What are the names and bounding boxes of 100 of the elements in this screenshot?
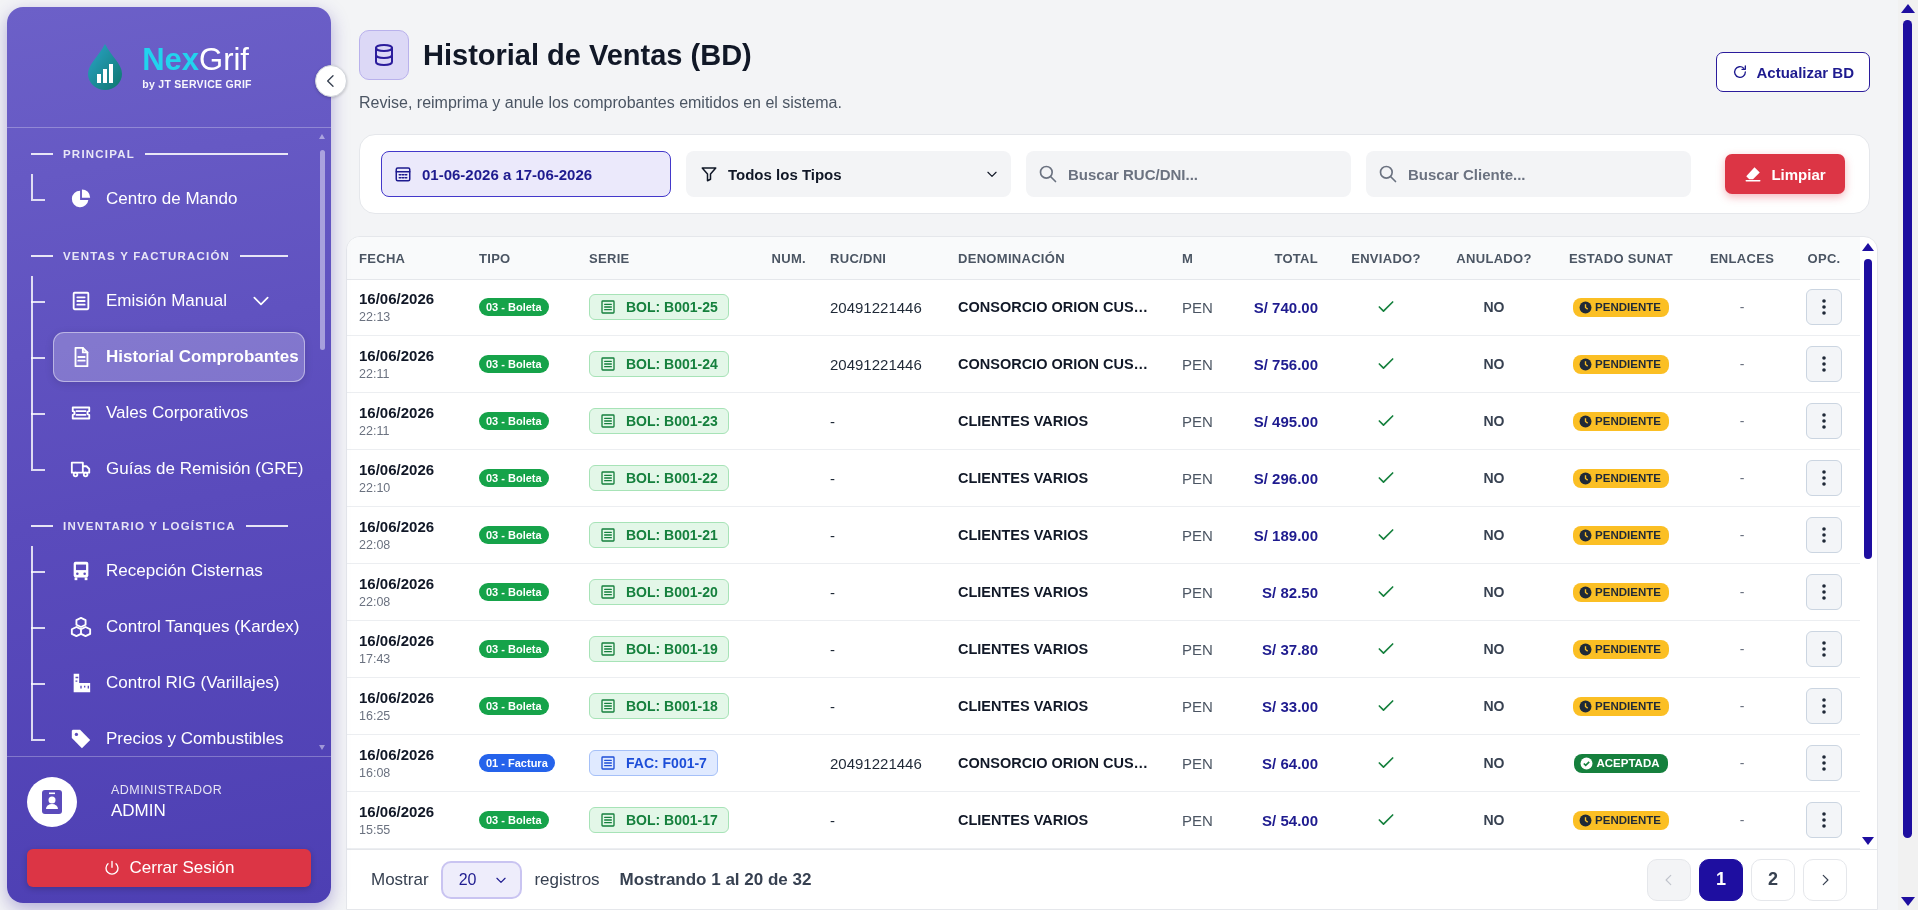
- table-cell-text: PEN: [1181, 811, 1214, 829]
- options-button[interactable]: [1806, 517, 1842, 553]
- client-search-field[interactable]: Buscar Cliente...: [1366, 151, 1691, 197]
- series-tag: BOL: B001-24: [589, 351, 729, 377]
- status-badge: PENDIENTE: [1573, 354, 1669, 374]
- tag-icon: [70, 728, 92, 750]
- kebab-menu-icon: [1822, 755, 1826, 771]
- kebab-menu-icon: [1822, 812, 1826, 828]
- logout-button[interactable]: Cerrar Sesión: [27, 849, 311, 887]
- kebab-menu-icon: [1822, 641, 1826, 657]
- nav-item[interactable]: Control RIG (Varillajes): [53, 658, 305, 708]
- table-cell-text: CLIENTES VARIOS: [957, 413, 1090, 429]
- table-cell-text: CLIENTES VARIOS: [957, 470, 1090, 486]
- clock-icon: [1579, 699, 1593, 713]
- table-cell-text: CLIENTES VARIOS: [957, 698, 1090, 714]
- collapse-sidebar-button[interactable]: [315, 65, 347, 97]
- document-type-badge: 03 - Boleta: [479, 640, 549, 658]
- options-button[interactable]: [1806, 688, 1842, 724]
- date-text: 16/06/2026: [359, 518, 436, 535]
- kebab-menu-icon: [1822, 698, 1826, 714]
- series-tag: BOL: B001-25: [589, 294, 729, 320]
- calendar-icon: [394, 165, 412, 183]
- kebab-menu-icon: [1822, 584, 1826, 600]
- date-range-field[interactable]: 01-06-2026 a 17-06-2026: [381, 151, 671, 197]
- options-button[interactable]: [1806, 802, 1842, 838]
- document-type-badge: 03 - Boleta: [479, 298, 549, 316]
- table-cell-text: -: [1738, 698, 1746, 714]
- table-cell-text: NO: [1482, 299, 1506, 315]
- nav-item[interactable]: Historial Comprobantes: [53, 332, 305, 382]
- table-cell-text: S/ 82.50: [1261, 583, 1319, 601]
- page-title: Historial de Ventas (BD): [423, 38, 752, 73]
- series-tag: BOL: B001-21: [589, 522, 729, 548]
- user-role: ADMINISTRADOR: [111, 783, 223, 797]
- table-cell-text: PEN: [1181, 526, 1214, 544]
- document-type-badge: 03 - Boleta: [479, 526, 549, 544]
- status-badge: PENDIENTE: [1573, 696, 1669, 716]
- ruc-search-field[interactable]: Buscar RUC/DNI...: [1026, 151, 1351, 197]
- nav-item[interactable]: Control Tanques (Kardex): [53, 602, 305, 652]
- nav-item[interactable]: Centro de Mando: [53, 174, 305, 224]
- type-select[interactable]: Todos los Tipos: [686, 151, 1011, 197]
- section-title: PRINCIPAL: [63, 148, 135, 160]
- status-badge: PENDIENTE: [1573, 297, 1669, 317]
- kebab-menu-icon: [1822, 470, 1826, 486]
- series-tag: BOL: B001-23: [589, 408, 729, 434]
- column-header: ESTADO SUNAT: [1567, 250, 1675, 266]
- status-badge: PENDIENTE: [1573, 582, 1669, 602]
- series-tag: BOL: B001-17: [589, 807, 729, 833]
- nav-item[interactable]: Precios y Combustibles: [53, 714, 305, 756]
- database-icon: [372, 43, 396, 67]
- time-text: 22:11: [359, 367, 391, 381]
- options-button[interactable]: [1806, 574, 1842, 610]
- page-button[interactable]: 1: [1699, 858, 1743, 901]
- document-type-badge: 03 - Boleta: [479, 697, 549, 715]
- column-header: TIPO: [478, 250, 512, 266]
- table-cell-text: -: [829, 811, 836, 829]
- table-cell-text: -: [829, 526, 836, 544]
- show-label: Mostrar: [371, 869, 429, 890]
- column-header: M: [1181, 250, 1195, 266]
- table-cell-text: CONSORCIO ORION CUS…: [957, 356, 1150, 372]
- nav-item[interactable]: Vales Corporativos: [53, 388, 305, 438]
- options-button[interactable]: [1806, 460, 1842, 496]
- search-icon: [1378, 164, 1398, 184]
- page-size-select[interactable]: 20: [440, 860, 523, 899]
- table-cell-text: -: [1738, 299, 1746, 315]
- options-button[interactable]: [1806, 631, 1842, 667]
- date-text: 16/06/2026: [359, 689, 436, 706]
- nav-item[interactable]: Recepción Cisternas: [53, 546, 305, 596]
- page-button[interactable]: 2: [1751, 858, 1795, 901]
- table-cell-text: -: [1738, 413, 1746, 429]
- clock-icon: [1579, 471, 1593, 485]
- refresh-icon: [1732, 64, 1749, 80]
- pie-chart-icon: [70, 188, 92, 210]
- table-cell-text: -: [1738, 755, 1746, 771]
- refresh-button[interactable]: Actualizar BD: [1716, 52, 1870, 92]
- table-cell-text: -: [829, 583, 836, 601]
- column-header: TOTAL: [1273, 250, 1319, 266]
- date-text: 16/06/2026: [359, 632, 436, 649]
- receipt-icon: [600, 470, 616, 486]
- options-button[interactable]: [1806, 289, 1842, 325]
- table-cell-text: PEN: [1181, 754, 1214, 772]
- column-header: ENVIADO?: [1350, 250, 1422, 266]
- table-cell-text: CLIENTES VARIOS: [957, 812, 1090, 828]
- time-text: 16:25: [359, 709, 392, 723]
- records-label: registros: [534, 869, 600, 890]
- table-cell-text: NO: [1482, 584, 1506, 600]
- series-tag: BOL: B001-18: [589, 693, 729, 719]
- options-button[interactable]: [1806, 745, 1842, 781]
- section-title: VENTAS Y FACTURACIÓN: [63, 250, 231, 262]
- options-button[interactable]: [1806, 403, 1842, 439]
- nav-item[interactable]: Guías de Remisión (GRE): [53, 444, 305, 494]
- table-cell-text: PEN: [1181, 640, 1214, 658]
- clear-button[interactable]: Limpiar: [1725, 154, 1845, 194]
- column-header: NUM.: [770, 250, 807, 266]
- nav-item[interactable]: Emisión Manual: [53, 276, 305, 326]
- time-text: 22:10: [359, 481, 392, 495]
- time-text: 22:08: [359, 595, 392, 609]
- options-button[interactable]: [1806, 346, 1842, 382]
- clock-icon: [1579, 642, 1593, 656]
- table-cell-text: S/ 33.00: [1261, 697, 1319, 715]
- series-tag: BOL: B001-19: [589, 636, 729, 662]
